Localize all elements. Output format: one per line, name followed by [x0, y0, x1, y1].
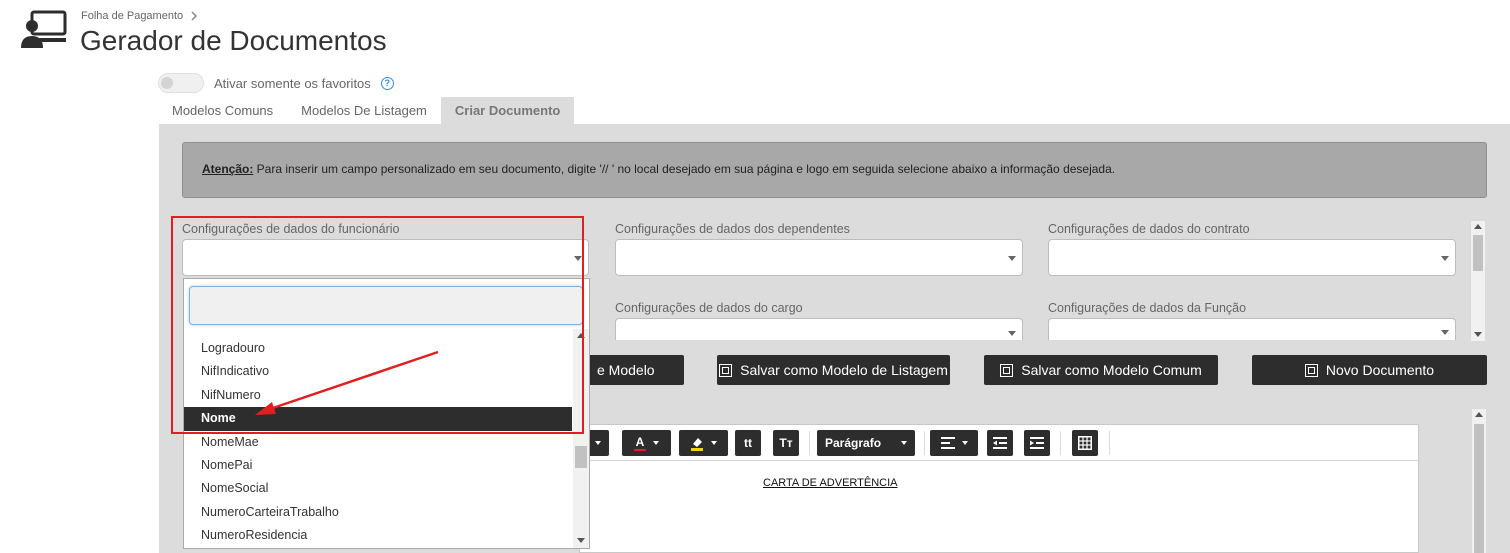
scroll-up-icon[interactable] — [1475, 412, 1483, 417]
breadcrumb-item[interactable]: Folha de Pagamento — [81, 10, 183, 22]
text-size-small-button[interactable]: tt — [735, 430, 761, 456]
chevron-right-icon — [191, 11, 198, 21]
font-color-icon: A — [633, 435, 647, 451]
position-config-select[interactable] — [615, 318, 1023, 340]
scroll-thumb[interactable] — [1473, 235, 1483, 271]
function-config-select[interactable] — [1048, 318, 1456, 340]
toggle-knob — [161, 77, 173, 89]
option-nomepai[interactable]: NomePai — [184, 454, 572, 477]
document-title: CARTA DE ADVERTÊNCIA — [763, 477, 898, 489]
tab-criar-documento[interactable]: Criar Documento — [440, 97, 575, 125]
chevron-down-icon — [1008, 256, 1016, 261]
favorites-toggle-label: Ativar somente os favoritos — [214, 75, 371, 91]
toolbar-divider — [1109, 431, 1110, 455]
contract-config-select[interactable] — [1048, 239, 1456, 276]
question-circle-icon[interactable]: ? — [380, 76, 394, 90]
table-icon — [1078, 436, 1092, 450]
position-config-label: Configurações de dados do cargo — [615, 301, 803, 315]
chevron-down-icon — [595, 441, 601, 445]
app-root: Folha de Pagamento Gerador de Documentos… — [0, 0, 1510, 553]
chevron-down-icon — [1008, 331, 1016, 336]
outdent-icon — [993, 437, 1007, 449]
paragraph-label: Parágrafo — [825, 436, 882, 450]
tab-modelos-comuns[interactable]: Modelos Comuns — [158, 97, 287, 125]
employee-config-select[interactable] — [182, 239, 589, 276]
save-listing-model-button[interactable]: Salvar como Modelo de Listagem — [717, 355, 950, 385]
page-title: Gerador de Documentos — [80, 25, 387, 56]
option-nomemae[interactable]: NomeMae — [184, 431, 572, 454]
dependents-config-label: Configurações de dados dos dependentes — [615, 222, 850, 236]
chevron-down-icon — [901, 441, 907, 445]
dropdown-options: Logradouro NifIndicativo NifNumero Nome … — [184, 337, 572, 548]
highlighter-icon — [691, 438, 703, 451]
option-nomesocial[interactable]: NomeSocial — [184, 477, 572, 500]
scroll-thumb[interactable] — [575, 446, 587, 468]
text-size-large-button[interactable]: Tт — [773, 430, 799, 456]
option-numerocarteiratrabalho[interactable]: NumeroCarteiraTrabalho — [184, 501, 572, 524]
chevron-down-icon — [1441, 256, 1449, 261]
chevron-down-icon — [711, 441, 717, 445]
editor-scrollbar[interactable] — [1472, 409, 1486, 553]
scroll-up-icon[interactable] — [1474, 224, 1482, 229]
option-nifindicativo[interactable]: NifIndicativo — [184, 360, 572, 383]
favorites-toggle-row: Ativar somente os favoritos ? — [158, 73, 394, 93]
chevron-down-icon — [574, 256, 582, 261]
option-nifnumero[interactable]: NifNumero — [184, 384, 572, 407]
dependents-config-select[interactable] — [615, 239, 1023, 276]
chevron-down-icon — [653, 441, 660, 445]
dropdown-scrollbar[interactable] — [573, 329, 589, 548]
scroll-thumb[interactable] — [1474, 424, 1484, 553]
contract-config-label: Configurações de dados do contrato — [1048, 222, 1250, 236]
save-common-model-button[interactable]: Salvar como Modelo Comum — [984, 355, 1218, 385]
scroll-down-icon[interactable] — [577, 538, 585, 543]
copy-icon — [719, 363, 733, 377]
highlight-color-button[interactable] — [679, 430, 728, 456]
save-listing-label: Salvar como Modelo de Listagem — [740, 362, 948, 378]
option-logradouro[interactable]: Logradouro — [184, 337, 572, 360]
table-button[interactable] — [1072, 430, 1098, 456]
copy-icon — [1304, 363, 1318, 377]
toolbar-divider — [1060, 431, 1061, 455]
employee-field-dropdown: Logradouro NifIndicativo NifNumero Nome … — [183, 278, 590, 549]
function-config-label: Configurações de dados da Função — [1048, 301, 1247, 315]
save-common-label: Salvar como Modelo Comum — [1021, 362, 1202, 378]
outdent-button[interactable] — [987, 430, 1013, 456]
align-left-icon — [940, 437, 955, 449]
text-size-large-icon: Tт — [779, 436, 793, 450]
chevron-down-icon — [961, 441, 968, 445]
favorites-toggle[interactable] — [158, 73, 204, 93]
save-model-label: e Modelo — [597, 362, 655, 378]
employee-config-label: Configurações de dados do funcionário — [182, 222, 400, 236]
indent-button[interactable] — [1024, 430, 1050, 456]
breadcrumb[interactable]: Folha de Pagamento — [81, 10, 198, 22]
option-numeroresidencia[interactable]: NumeroResidencia — [184, 524, 572, 547]
copy-icon — [1000, 363, 1014, 377]
text-size-small-icon: tt — [744, 436, 752, 450]
editor-toolbar: A tt Tт Parágrafo — [580, 425, 1418, 461]
notice-text: Para inserir um campo personalizado em s… — [253, 162, 1116, 176]
presentation-user-icon — [21, 10, 67, 48]
config-scrollbar[interactable] — [1471, 221, 1485, 341]
scroll-up-icon[interactable] — [577, 333, 585, 338]
scroll-down-icon[interactable] — [1474, 332, 1482, 337]
indent-icon — [1030, 437, 1044, 449]
rich-text-editor[interactable]: A tt Tт Parágrafo CARTA DE ADVERTÊNCIA — [579, 424, 1419, 553]
tab-modelos-de-listagem[interactable]: Modelos De Listagem — [287, 97, 441, 125]
notice-prefix: Atenção: — [202, 162, 254, 176]
toolbar-divider — [809, 431, 810, 455]
dropdown-search-input[interactable] — [189, 286, 583, 325]
paragraph-select[interactable]: Parágrafo — [817, 430, 915, 456]
font-color-button[interactable]: A — [622, 430, 671, 456]
new-document-button[interactable]: Novo Documento — [1252, 355, 1487, 385]
attention-notice: Atenção: Para inserir um campo personali… — [182, 142, 1487, 198]
tab-bar: Modelos Comuns Modelos De Listagem Criar… — [158, 97, 575, 125]
align-button[interactable] — [930, 430, 978, 456]
option-nome[interactable]: Nome — [184, 407, 572, 431]
new-document-label: Novo Documento — [1325, 362, 1435, 378]
toolbar-divider — [924, 431, 925, 455]
chevron-down-icon — [1441, 330, 1449, 335]
